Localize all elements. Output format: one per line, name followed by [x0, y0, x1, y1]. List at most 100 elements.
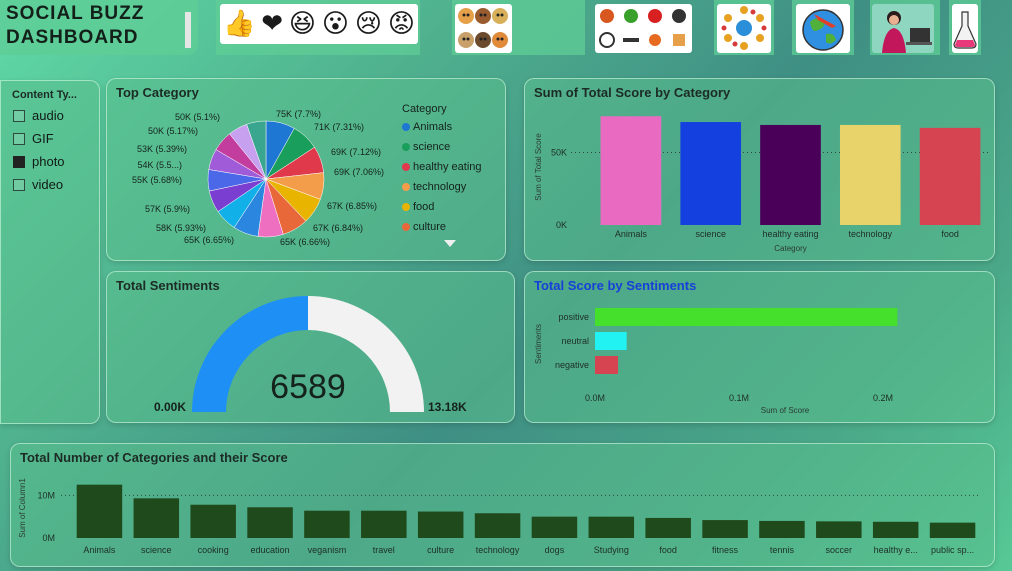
y-tick-label: negative	[555, 360, 589, 370]
bar[interactable]	[645, 517, 691, 538]
x-tick-label: 0.1M	[729, 393, 749, 403]
slicer-option-gif[interactable]: GIF	[13, 131, 54, 146]
food-fitness-icon	[595, 4, 692, 53]
animals-tile	[452, 0, 692, 55]
pie-data-label: 54K (5.5...)	[137, 160, 182, 170]
x-tick-label: food	[659, 545, 677, 555]
x-tick-label: science	[695, 229, 726, 239]
pie-data-label: 75K (7.7%)	[276, 109, 321, 119]
bar[interactable]	[680, 122, 742, 225]
x-axis-title: Category	[774, 244, 806, 253]
slicer-checkbox[interactable]	[13, 178, 25, 191]
x-tick-label: Animals	[83, 545, 116, 555]
bar[interactable]	[531, 516, 578, 538]
legend-item[interactable]: technology	[402, 181, 466, 193]
x-tick-label: 0.2M	[873, 393, 893, 403]
legend-color-dot	[402, 163, 410, 171]
legend-label: food	[413, 201, 435, 213]
slicer-checkbox[interactable]	[13, 155, 25, 168]
y-tick-label: 10M	[37, 490, 55, 500]
bar[interactable]	[759, 520, 805, 538]
gauge-value: 6589	[270, 368, 346, 406]
pie-data-label: 65K (6.66%)	[280, 237, 330, 247]
y-axis-title: Sum of Column1	[18, 478, 27, 538]
bar[interactable]	[417, 511, 464, 538]
bar[interactable]	[474, 513, 521, 538]
bar[interactable]	[588, 516, 635, 538]
education-person-icon	[872, 4, 934, 53]
legend-item[interactable]: culture	[402, 221, 446, 233]
pie-legend-title: Category	[402, 103, 447, 115]
score-by-category-panel: Sum of Total Score by Category 50K 0K Sum …	[524, 78, 995, 261]
slicer-option-audio[interactable]: audio	[13, 108, 64, 123]
x-tick-label: healthy eating	[762, 229, 818, 239]
score-by-sentiment-panel: Total Score by Sentiments positive neutra…	[524, 271, 995, 423]
bar[interactable]	[816, 521, 862, 538]
legend-label: healthy eating	[413, 161, 482, 173]
x-tick-label: soccer	[826, 545, 853, 555]
slicer-option-label: video	[32, 177, 64, 192]
bar[interactable]	[595, 332, 627, 350]
x-tick-label: culture	[427, 545, 454, 555]
laughing-face-icon: 😆	[288, 9, 316, 39]
bar[interactable]	[600, 116, 662, 225]
bar[interactable]	[595, 308, 898, 326]
pie-data-label: 50K (5.17%)	[148, 126, 198, 136]
gauge-min-label: 0.00K	[154, 400, 187, 414]
score-by-sentiment-chart: positive neutral negative 0.0M 0.1M 0.2M Senti…	[534, 308, 898, 415]
x-tick-label: fitness	[712, 545, 739, 555]
bar[interactable]	[929, 522, 976, 538]
pie-data-label: 50K (5.1%)	[175, 112, 220, 122]
surprised-face-icon: 😮	[321, 9, 349, 39]
bar[interactable]	[190, 504, 236, 538]
x-tick-label: technology	[476, 545, 520, 555]
pie-data-label: 71K (7.31%)	[314, 122, 364, 132]
slicer-title: Content Ty...	[12, 89, 77, 101]
legend-label: Animals	[413, 121, 453, 133]
bar[interactable]	[872, 521, 919, 538]
x-tick-label: 0.0M	[585, 393, 605, 403]
bar[interactable]	[839, 124, 901, 225]
x-tick-label: travel	[373, 545, 395, 555]
bar[interactable]	[595, 356, 619, 374]
legend-item[interactable]: healthy eating	[402, 161, 482, 173]
legend-item[interactable]: Animals	[402, 121, 452, 133]
bar[interactable]	[76, 484, 123, 538]
title-accent-bar	[185, 12, 191, 48]
slicer-option-photo[interactable]: photo	[13, 154, 65, 169]
bar[interactable]	[760, 124, 821, 225]
x-tick-label: veganism	[308, 545, 347, 555]
y-tick-label: positive	[558, 312, 589, 322]
legend-item[interactable]: science	[402, 141, 450, 153]
animals-icon	[455, 4, 512, 53]
content-type-slicer: Content Ty... audio GIF photo video	[0, 80, 100, 424]
top-category-panel: Top Category 75K (7.7%) 71K (7.31%) 69K (7…	[106, 78, 506, 261]
bar[interactable]	[919, 127, 981, 225]
x-tick-label: cooking	[198, 545, 229, 555]
angry-face-icon: 😡	[387, 9, 415, 39]
slicer-checkbox[interactable]	[13, 132, 25, 145]
bar[interactable]	[361, 510, 407, 538]
education-tile	[870, 0, 940, 55]
y-tick-label: 50K	[551, 148, 567, 158]
x-tick-label: tennis	[770, 545, 795, 555]
bar[interactable]	[133, 498, 180, 538]
slicer-option-video[interactable]: video	[13, 177, 63, 192]
slicer-checkbox[interactable]	[13, 109, 25, 122]
legend-scroll-down-icon[interactable]	[444, 240, 456, 247]
science-flask-icon	[952, 4, 978, 53]
bar[interactable]	[702, 520, 748, 538]
bar[interactable]	[247, 507, 293, 538]
x-tick-label: healthy e...	[874, 545, 918, 555]
legend-label: culture	[413, 221, 447, 233]
x-tick-label: public sp...	[931, 545, 974, 555]
pie-data-label: 69K (7.06%)	[334, 167, 384, 177]
legend-color-dot	[402, 123, 410, 131]
total-sentiments-panel: Total Sentiments 6589 0.00K 13.18K	[106, 271, 515, 423]
bar[interactable]	[304, 510, 350, 538]
legend-label: technology	[413, 181, 467, 193]
pie-data-label: 67K (6.85%)	[327, 201, 377, 211]
x-tick-label: Animals	[615, 229, 648, 239]
legend-item[interactable]: food	[402, 201, 434, 213]
network-tile	[714, 0, 774, 55]
